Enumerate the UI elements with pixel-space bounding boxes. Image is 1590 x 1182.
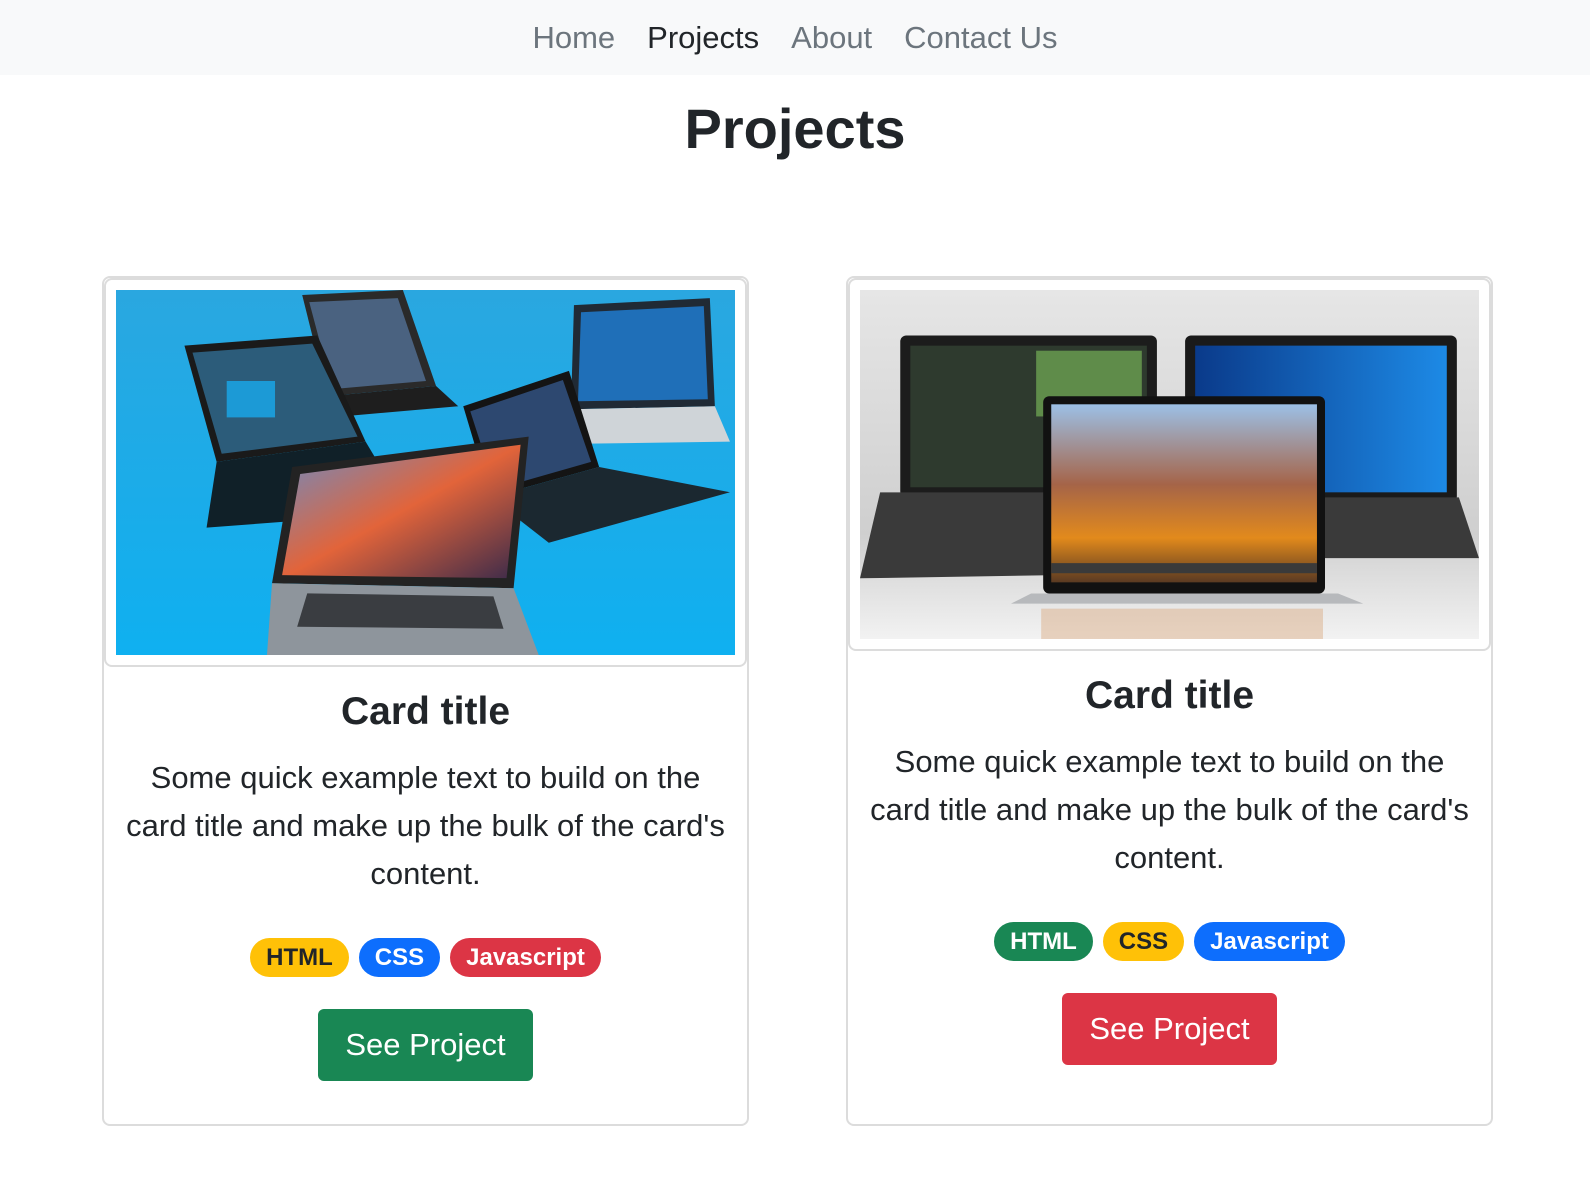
card-title: Card title (1084, 674, 1255, 717)
card-text: Some quick example text to build on the … (870, 744, 1469, 875)
project-card-2: Card title Some quick example text to bu… (846, 276, 1493, 1126)
card-body: Card title Some quick example text to bu… (848, 672, 1491, 1065)
see-project-button[interactable]: See Project (1062, 993, 1277, 1065)
badge-css: CSS (1102, 922, 1185, 961)
nav-link-contact-us[interactable]: Contact Us (888, 0, 1073, 75)
badge-list: HTML CSS Javascript (848, 922, 1491, 961)
card-image-laptops-grey (860, 290, 1479, 639)
card-title: Card title (340, 690, 511, 733)
badge-html: HTML (250, 938, 349, 977)
nav-link-projects[interactable]: Projects (631, 0, 775, 75)
card-image-laptops-blue (116, 290, 735, 655)
see-project-button[interactable]: See Project (318, 1009, 533, 1081)
card-body: Card title Some quick example text to bu… (104, 688, 747, 1081)
nav-link-about[interactable]: About (775, 0, 888, 75)
badge-html: HTML (994, 922, 1093, 961)
badge-javascript: Javascript (1194, 922, 1345, 961)
badge-list: HTML CSS Javascript (104, 938, 747, 977)
project-card-1: Card title Some quick example text to bu… (102, 276, 749, 1126)
badge-css: CSS (358, 938, 441, 977)
card-text: Some quick example text to build on the … (126, 760, 725, 891)
nav-link-home[interactable]: Home (516, 0, 631, 75)
page-title: Projects (684, 97, 906, 160)
card-image-frame (848, 278, 1491, 651)
card-image-frame (104, 278, 747, 667)
badge-javascript: Javascript (450, 938, 601, 977)
top-navbar: Home Projects About Contact Us (0, 0, 1590, 75)
